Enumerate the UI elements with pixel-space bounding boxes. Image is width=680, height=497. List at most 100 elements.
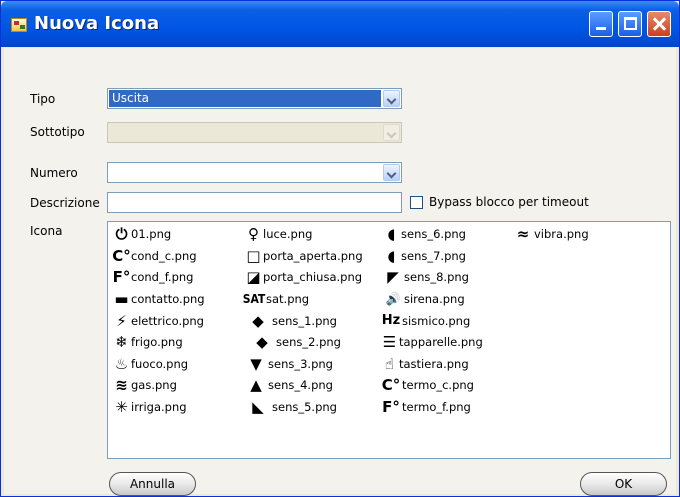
list-item-label: fuoco.png <box>131 357 189 371</box>
bypass-checkbox[interactable] <box>410 196 423 209</box>
list-item[interactable]: ✳ irriga.png <box>112 397 186 417</box>
dialog-window: Nuova Icona Tipo Uscita Sottotipo Numero… <box>0 0 680 497</box>
numero-label: Numero <box>30 166 78 180</box>
icon-list[interactable]: ⏻ 01.png C° cond_c.png F° cond_f.png ▬ conta… <box>107 221 671 459</box>
list-item[interactable]: ◆ sens_1.png <box>244 311 337 331</box>
maximize-button[interactable] <box>618 11 642 37</box>
list-item-label: porta_chiusa.png <box>263 270 363 284</box>
list-item[interactable]: ▼ sens_3.png <box>244 354 333 374</box>
list-item[interactable]: F° termo_f.png <box>380 397 471 417</box>
list-item-label: sismico.png <box>402 314 471 328</box>
list-item-label: tastiera.png <box>399 357 469 371</box>
sensor-6-icon: ◖ <box>387 225 396 243</box>
irrigation-icon: ✳ <box>115 398 128 416</box>
list-item-label: sens_8.png <box>404 270 469 284</box>
list-item[interactable]: ◪ porta_chiusa.png <box>244 267 362 287</box>
list-item-label: tapparelle.png <box>399 335 483 349</box>
ok-button[interactable]: OK <box>580 472 667 496</box>
list-item[interactable]: Hz sismico.png <box>380 311 471 331</box>
sensor-2-icon: ◆ <box>256 333 268 351</box>
list-item-label: contatto.png <box>131 292 205 306</box>
list-item[interactable]: F° cond_f.png <box>112 267 194 287</box>
list-item[interactable]: ⚡ elettrico.png <box>112 311 204 331</box>
descrizione-input[interactable] <box>107 192 402 213</box>
list-item[interactable]: ◤ sens_8.png <box>382 267 469 287</box>
door-closed-icon: ◪ <box>246 268 261 286</box>
list-item-label: gas.png <box>131 378 177 392</box>
list-item[interactable]: ◣ sens_5.png <box>244 397 337 417</box>
close-icon <box>648 12 670 36</box>
list-item[interactable]: ❄ frigo.png <box>112 332 183 352</box>
list-item[interactable]: ⏻ 01.png <box>112 224 172 244</box>
list-item[interactable]: ▲ sens_4.png <box>244 375 333 395</box>
minimize-icon <box>596 27 606 30</box>
window-title: Nuova Icona <box>34 13 160 34</box>
list-item-label: sat.png <box>266 292 310 306</box>
keypad-icon: ☝ <box>384 355 395 373</box>
list-item-label: termo_f.png <box>402 400 471 414</box>
list-item-label: sens_5.png <box>272 400 337 414</box>
maximize-icon <box>624 17 637 30</box>
thermo-fahrenheit-icon: F° <box>382 398 400 416</box>
list-item[interactable]: ≈ vibra.png <box>512 224 589 244</box>
list-item-label: cond_f.png <box>131 270 194 284</box>
thermo-celsius-icon: C° <box>381 376 401 394</box>
list-item-label: cond_c.png <box>131 249 197 263</box>
list-item[interactable]: ♨ fuoco.png <box>112 354 188 374</box>
celsius-icon: C° <box>112 247 131 265</box>
minimize-button[interactable] <box>589 11 613 37</box>
list-item-label: vibra.png <box>534 227 589 241</box>
power-icon: ⏻ <box>115 225 128 243</box>
list-item-label: sens_1.png <box>272 314 337 328</box>
list-item[interactable]: ◖ sens_6.png <box>382 224 466 244</box>
bypass-label[interactable]: Bypass blocco per timeout <box>429 195 589 209</box>
chevron-down-icon[interactable] <box>383 164 400 181</box>
snowflake-icon: ❄ <box>115 333 128 351</box>
list-item[interactable]: ≋ gas.png <box>112 375 177 395</box>
numero-select[interactable] <box>107 162 402 183</box>
list-item[interactable]: ☝ tastiera.png <box>380 354 469 374</box>
tipo-label: Tipo <box>30 92 56 106</box>
sensor-1-icon: ◆ <box>252 312 264 330</box>
list-item-label: porta_aperta.png <box>263 249 363 263</box>
sensor-5-icon: ◣ <box>252 398 264 416</box>
dialog-body: Tipo Uscita Sottotipo Numero Descrizione… <box>4 48 676 496</box>
list-item[interactable]: SAT sat.png <box>242 289 309 309</box>
list-item[interactable]: C° cond_c.png <box>112 246 197 266</box>
sensor-4-icon: ▲ <box>250 376 262 394</box>
sottotipo-label: Sottotipo <box>30 125 85 139</box>
list-item[interactable]: ◆ sens_2.png <box>248 332 341 352</box>
list-item-label: sens_2.png <box>276 335 341 349</box>
tipo-value: Uscita <box>109 90 381 107</box>
list-item-label: elettrico.png <box>131 314 204 328</box>
list-item[interactable]: ♀ luce.png <box>244 224 312 244</box>
door-open-icon: □ <box>246 247 261 265</box>
electric-icon: ⚡ <box>116 312 127 330</box>
seismic-icon: Hz <box>381 313 401 328</box>
siren-icon: 🔊 <box>385 292 401 306</box>
cancel-button[interactable]: Annulla <box>109 472 196 496</box>
list-item-label: termo_c.png <box>402 378 474 392</box>
list-item[interactable]: ▬ contatto.png <box>112 289 205 309</box>
title-bar[interactable]: Nuova Icona <box>1 1 679 47</box>
list-item[interactable]: ◖ sens_7.png <box>382 246 466 266</box>
list-item[interactable]: 🔊 sirena.png <box>382 289 465 309</box>
list-item[interactable]: □ porta_aperta.png <box>244 246 363 266</box>
tipo-select[interactable]: Uscita <box>107 88 402 109</box>
list-item-label: sens_7.png <box>401 249 466 263</box>
list-item[interactable]: C° termo_c.png <box>380 375 474 395</box>
close-button[interactable] <box>647 11 671 37</box>
descrizione-label: Descrizione <box>30 196 100 210</box>
sensor-7-icon: ◖ <box>387 247 396 265</box>
contact-icon: ▬ <box>114 290 129 308</box>
list-item-label: frigo.png <box>131 335 183 349</box>
sottotipo-select <box>107 122 402 143</box>
sensor-8-icon: ◤ <box>387 268 399 286</box>
gas-icon: ≋ <box>115 376 128 394</box>
vibration-icon: ≈ <box>516 225 530 243</box>
chevron-down-icon[interactable] <box>383 90 400 107</box>
sensor-3-icon: ▼ <box>250 355 262 373</box>
list-item[interactable]: ☰ tapparelle.png <box>380 332 483 352</box>
chevron-down-icon <box>383 124 400 141</box>
list-item-label: sirena.png <box>404 292 465 306</box>
